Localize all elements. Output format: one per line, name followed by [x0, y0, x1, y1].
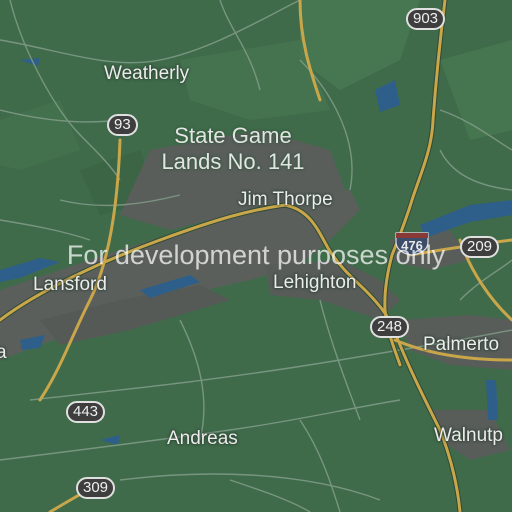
area-label-line-2: Lands No. 141	[161, 149, 305, 174]
map-view[interactable]: Weatherly Jim Thorpe Lansford Lehighton …	[0, 0, 512, 512]
route-shield-309: 309	[76, 477, 116, 499]
place-walnutport: Walnutp	[434, 425, 503, 446]
place-lansford: Lansford	[33, 274, 107, 295]
place-left-edge: a	[0, 342, 7, 363]
route-shield-248: 248	[370, 316, 410, 338]
place-lehighton: Lehighton	[273, 272, 357, 293]
development-watermark: For development purposes only	[66, 240, 446, 270]
area-label-line-1: State Game	[174, 123, 292, 148]
place-andreas: Andreas	[167, 428, 238, 449]
place-weatherly: Weatherly	[104, 63, 190, 84]
area-label-state-game-lands: State Game Lands No. 141	[148, 123, 318, 175]
place-jim-thorpe: Jim Thorpe	[238, 189, 333, 210]
route-shield-443: 443	[66, 401, 106, 423]
route-shield-93: 93	[107, 114, 138, 136]
place-palmerton: Palmerto	[423, 334, 500, 355]
route-shield-903: 903	[406, 8, 446, 30]
